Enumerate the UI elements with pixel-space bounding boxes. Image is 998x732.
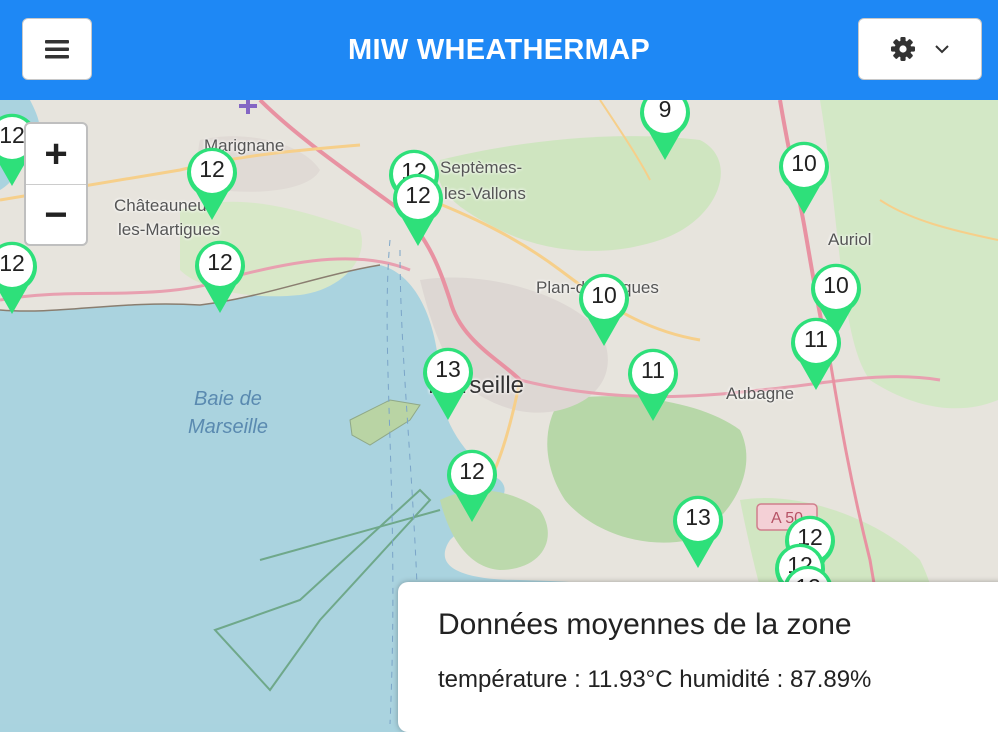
settings-dropdown-button[interactable] (858, 18, 982, 80)
place-label: Marseille (188, 416, 269, 438)
place-label: Septèmes- (440, 158, 523, 177)
weather-marker[interactable]: 11 (625, 345, 681, 423)
gear-icon (891, 37, 915, 61)
app-header: MIW WHEATHERMAP (0, 0, 998, 100)
place-label: Auriol (828, 230, 872, 249)
weather-marker[interactable]: 10 (776, 138, 832, 216)
marker-value: 11 (804, 326, 828, 352)
marker-value: 10 (591, 282, 617, 308)
place-label: les-Vallons (444, 184, 526, 203)
marker-value: 10 (791, 150, 817, 176)
zoom-control: + − (24, 122, 88, 246)
weather-marker[interactable]: 11 (788, 314, 844, 392)
weather-marker[interactable]: 12 (0, 238, 40, 316)
weather-marker[interactable]: 12 (444, 446, 500, 524)
zone-average-stats: température : 11.93°C humidité : 87.89% (438, 666, 872, 693)
app-title: MIW WHEATHERMAP (348, 34, 650, 66)
marker-value: 12 (207, 249, 233, 275)
marker-value: 9 (658, 100, 672, 122)
zoom-in-button[interactable]: + (26, 124, 86, 185)
marker-value: 12 (459, 458, 485, 484)
zoom-out-button[interactable]: − (26, 185, 86, 245)
marker-value: 12 (405, 182, 431, 208)
zone-average-title: Données moyennes de la zone (438, 608, 852, 641)
weather-marker[interactable]: 13 (420, 344, 476, 422)
weather-marker[interactable]: 10 (576, 270, 632, 348)
marker-value: 11 (641, 357, 665, 383)
marker-value: 13 (435, 356, 461, 382)
weather-marker[interactable]: 12 (192, 237, 248, 315)
marker-value: 13 (685, 504, 711, 530)
marker-value: 12 (199, 156, 225, 182)
place-label: Aubagne (726, 384, 795, 403)
weather-marker[interactable]: 13 (670, 492, 726, 570)
weather-marker[interactable]: 9 (637, 100, 693, 162)
chevron-down-icon (935, 45, 949, 54)
weather-marker[interactable]: 12 (184, 144, 240, 222)
zone-average-panel: Données moyennes de la zone température … (398, 582, 998, 732)
marker-value: 12 (0, 250, 25, 276)
weather-marker[interactable]: 12 (390, 170, 446, 248)
place-label: Baie de (194, 388, 262, 410)
marker-value: 10 (823, 272, 849, 298)
